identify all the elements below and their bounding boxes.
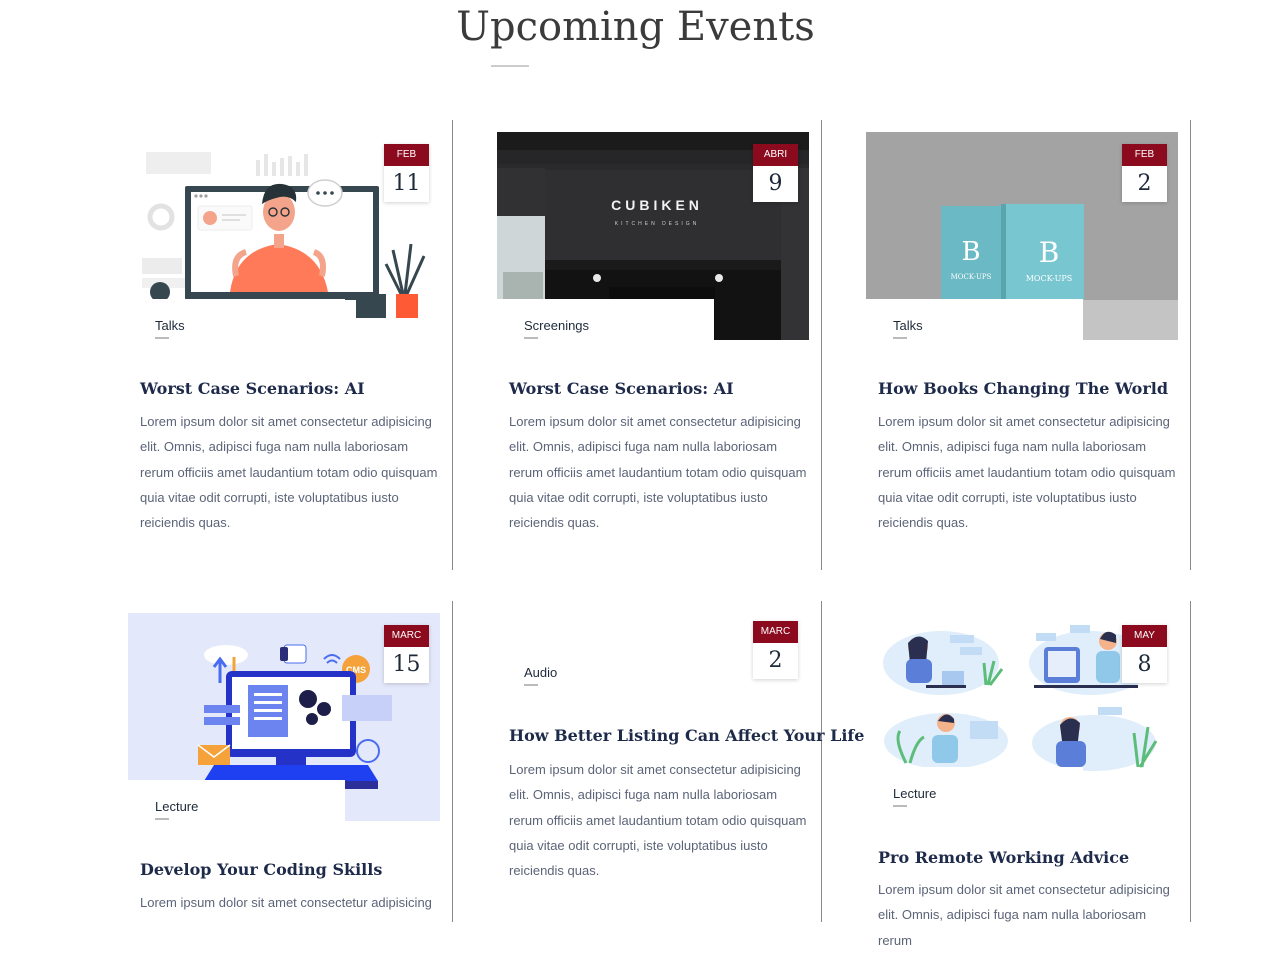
event-excerpt: Lorem ipsum dolor sit amet consectetur a… [878,882,1170,948]
event-day: 15 [392,652,421,677]
event-date: MARC 2 [753,621,798,679]
column-divider [821,601,822,922]
event-card[interactable]: B B MOCK-UPS MOCK-UPS Talks FEB 2 How Bo… [866,132,1178,552]
event-month: ABRI [753,144,798,166]
event-date: MAY 8 [1122,625,1167,683]
event-card[interactable]: CMS Lecture MARC 15 Develop Your Coding … [128,613,440,922]
event-month: FEB [1122,144,1167,166]
event-month: MAY [1122,625,1167,647]
event-title[interactable]: How Better Listing Can Affect Your Life [509,726,864,745]
event-category[interactable]: Lecture [155,799,198,814]
event-card[interactable]: Lecture MAY 8 Pro Remote Working Advice … [866,613,1178,948]
event-excerpt: Lorem ipsum dolor sit amet consectetur a… [509,762,807,879]
book-text: MOCK-UPS [1026,274,1073,283]
book-letter: B [1039,236,1060,269]
category-underline [524,337,538,339]
event-card[interactable]: Talks FEB 11 Worst Case Scenarios: AI Lo… [128,132,440,552]
event-day: 2 [1137,171,1152,196]
column-divider [821,120,822,570]
event-card[interactable]: Audio MARC 2 How Better Listing Can Affe… [497,613,864,922]
category-underline [524,684,538,686]
event-date: FEB 11 [384,144,429,202]
event-day: 11 [392,171,421,196]
event-category[interactable]: Talks [155,318,185,333]
event-excerpt: Lorem ipsum dolor sit amet consectetur a… [509,414,807,531]
book-letter: B [961,237,980,267]
event-title[interactable]: How Books Changing The World [878,379,1168,398]
category-underline [893,805,907,807]
category-underline [893,337,907,339]
book-text: MOCK-UPS [951,273,992,281]
page-title: Upcoming Events [456,4,815,50]
event-excerpt: Lorem ipsum dolor sit amet consectetur a… [878,414,1176,531]
event-month: MARC [753,621,798,643]
category-underline [155,818,169,820]
event-title[interactable]: Develop Your Coding Skills [140,860,382,879]
event-month: FEB [384,144,429,166]
event-category[interactable]: Screenings [524,318,589,333]
event-title[interactable]: Pro Remote Working Advice [878,848,1129,867]
category-underline [155,337,169,339]
event-day: 8 [1137,652,1152,677]
event-category[interactable]: Audio [524,665,557,680]
event-category[interactable]: Lecture [893,786,936,801]
column-divider [1190,601,1191,922]
column-divider [452,120,453,570]
event-day: 9 [768,171,783,196]
event-date: MARC 15 [384,625,429,683]
event-day: 2 [768,648,783,673]
column-divider [452,601,453,922]
event-excerpt: Lorem ipsum dolor sit amet consectetur a… [140,414,438,531]
sign-title: CUBIKEN [611,197,703,213]
event-month: MARC [384,625,429,647]
column-divider [1190,120,1191,570]
sign-subtitle: KITCHEN DESIGN [615,221,700,227]
event-category[interactable]: Talks [893,318,923,333]
event-title[interactable]: Worst Case Scenarios: AI [509,379,734,398]
event-date: FEB 2 [1122,144,1167,202]
event-card[interactable]: CUBIKEN KITCHEN DESIGN Screenings ABRI 9… [497,132,809,552]
title-underline [491,65,529,67]
event-title[interactable]: Worst Case Scenarios: AI [140,379,365,398]
event-excerpt: Lorem ipsum dolor sit amet consectetur a… [140,895,432,910]
event-date: ABRI 9 [753,144,798,202]
